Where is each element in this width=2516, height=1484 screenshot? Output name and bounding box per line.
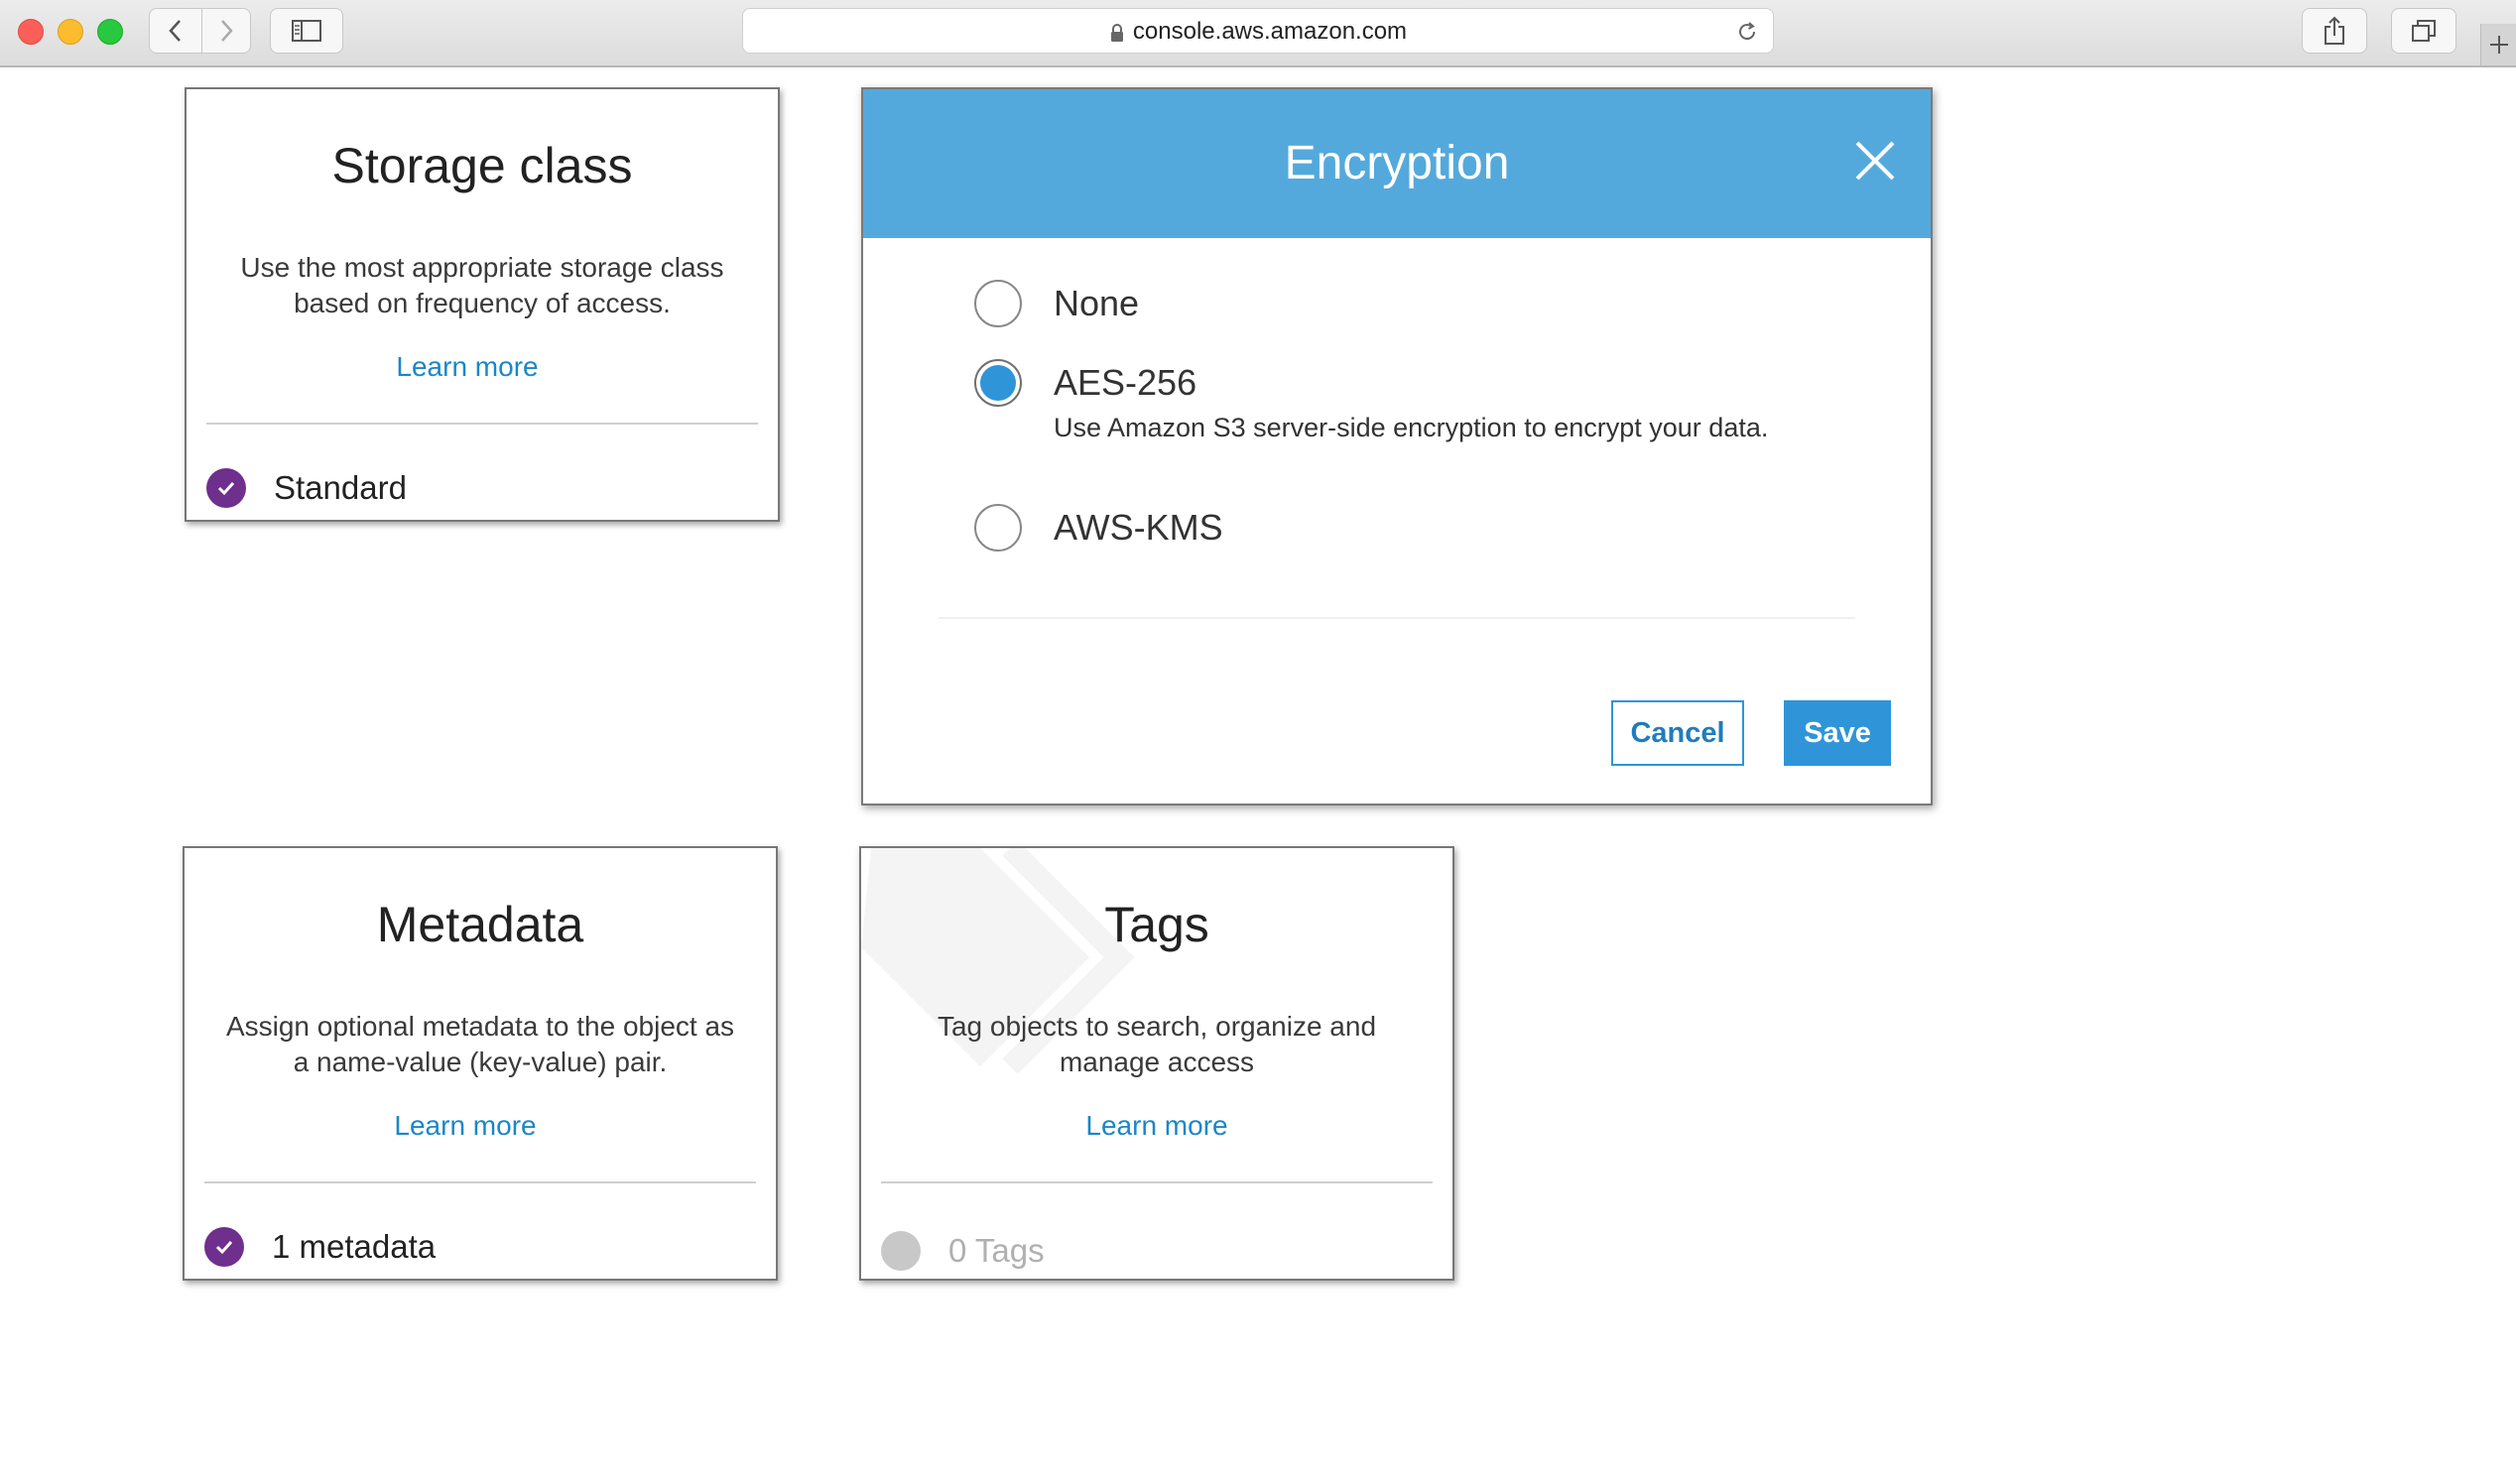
encryption-option-none-label: None	[1054, 283, 1140, 323]
metadata-card: Metadata Assign optional metadata to the…	[183, 846, 778, 1281]
close-window-button[interactable]	[18, 19, 44, 45]
radio-aws-kms[interactable]	[974, 504, 1022, 552]
tags-status: 0 Tags	[881, 1229, 1045, 1273]
check-icon	[204, 1227, 244, 1267]
status-dot-icon	[881, 1231, 921, 1271]
metadata-divider	[204, 1181, 756, 1183]
browser-toolbar: console.aws.amazon.com	[0, 0, 2516, 67]
encryption-option-aws-kms[interactable]: AWS-KMS	[974, 504, 1223, 552]
storage-class-card: Storage class Use the most appropriate s…	[185, 87, 780, 522]
storage-class-description: Use the most appropriate storage class b…	[240, 252, 724, 318]
address-url: console.aws.amazon.com	[1132, 18, 1408, 45]
encryption-dialog-title: Encryption	[1284, 137, 1510, 189]
minimize-window-button[interactable]	[58, 19, 83, 45]
storage-class-status: Standard	[206, 466, 407, 510]
save-button[interactable]: Save	[1784, 700, 1891, 766]
encryption-option-aws-kms-label: AWS-KMS	[1054, 507, 1223, 548]
address-bar[interactable]: console.aws.amazon.com	[742, 8, 1774, 54]
tags-divider	[881, 1181, 1433, 1183]
tags-title: Tags	[1104, 897, 1209, 952]
close-icon[interactable]	[1853, 139, 1897, 183]
lock-icon	[1110, 23, 1123, 42]
cancel-button[interactable]: Cancel	[1611, 700, 1744, 766]
tags-learn-more-link[interactable]: Learn more	[861, 1110, 1452, 1142]
metadata-title: Metadata	[376, 897, 584, 952]
tabs-overview-button[interactable]	[2391, 8, 2456, 54]
encryption-option-aes256-label: AES-256	[1054, 362, 1197, 403]
storage-class-status-label: Standard	[274, 469, 407, 506]
encryption-option-none[interactable]: None	[974, 280, 1139, 327]
sidebar-icon	[292, 20, 321, 42]
tags-description: Tag objects to search, organize and mana…	[937, 1011, 1377, 1077]
encryption-dialog-header: Encryption	[863, 89, 1931, 238]
metadata-status: 1 metadata	[204, 1225, 436, 1269]
metadata-learn-more-link[interactable]: Learn more	[185, 1110, 776, 1142]
reload-icon[interactable]	[1735, 20, 1759, 44]
chevron-left-icon	[169, 20, 181, 42]
radio-none[interactable]	[974, 280, 1022, 327]
tabs-icon	[2412, 20, 2436, 42]
chevron-right-icon	[221, 20, 233, 42]
forward-button[interactable]	[201, 8, 251, 54]
metadata-status-label: 1 metadata	[272, 1228, 437, 1265]
sidebar-toggle-button[interactable]	[270, 8, 343, 54]
tags-status-label: 0 Tags	[948, 1232, 1045, 1269]
plus-icon	[2490, 36, 2508, 54]
radio-aes256[interactable]	[974, 359, 1022, 407]
encryption-option-aes256-help: Use Amazon S3 server-side encryption to …	[1054, 413, 1769, 442]
check-icon	[206, 468, 246, 508]
back-button[interactable]	[149, 8, 202, 54]
storage-class-title: Storage class	[331, 138, 633, 193]
storage-class-divider	[206, 423, 758, 425]
zoom-window-button[interactable]	[97, 19, 123, 45]
encryption-option-aes256[interactable]: AES-256	[974, 359, 1196, 407]
encryption-dialog: Encryption None AES-256 Use Amazon S3 se…	[861, 87, 1933, 805]
metadata-description: Assign optional metadata to the object a…	[225, 1011, 735, 1077]
storage-class-learn-more-link[interactable]: Learn more	[187, 351, 778, 383]
share-icon	[2325, 16, 2344, 45]
encryption-dialog-divider	[939, 617, 1855, 619]
new-tab-button[interactable]	[2480, 24, 2516, 65]
tags-card: Tags Tag objects to search, organize and…	[859, 846, 1454, 1281]
share-button[interactable]	[2302, 8, 2367, 54]
